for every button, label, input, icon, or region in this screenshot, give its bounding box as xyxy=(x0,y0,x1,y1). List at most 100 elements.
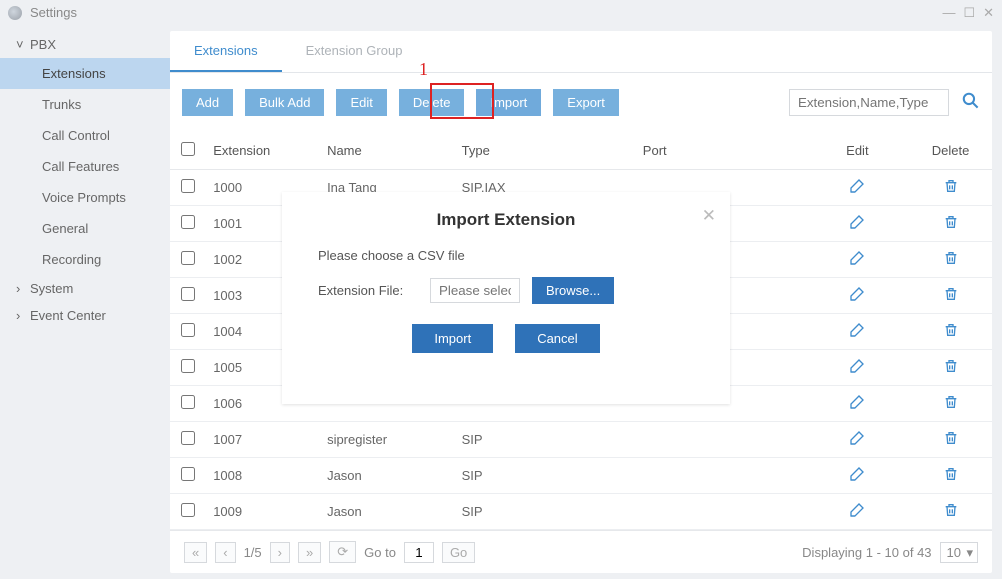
close-window-button[interactable]: ✕ xyxy=(983,5,994,21)
th-edit: Edit xyxy=(806,132,910,170)
window-title: Settings xyxy=(30,5,942,20)
cell-name: Jason xyxy=(319,494,454,530)
cell-type: SIP xyxy=(454,422,635,458)
cell-port xyxy=(635,458,806,494)
edit-icon[interactable] xyxy=(849,394,865,413)
select-all-checkbox[interactable] xyxy=(181,142,195,156)
edit-icon[interactable] xyxy=(849,358,865,377)
delete-icon[interactable] xyxy=(943,502,959,521)
row-checkbox[interactable] xyxy=(181,395,195,409)
page-size-select[interactable]: 10 ▾ xyxy=(940,542,978,563)
cell-name: sipregister xyxy=(319,422,454,458)
tabs: Extensions Extension Group xyxy=(170,31,992,73)
th-type: Type xyxy=(454,132,635,170)
delete-button[interactable]: Delete xyxy=(399,89,465,116)
import-button[interactable]: Import xyxy=(476,89,541,116)
file-path-input[interactable] xyxy=(430,278,520,303)
dialog-import-button[interactable]: Import xyxy=(412,324,493,353)
refresh-button[interactable]: ⟳ xyxy=(329,541,356,563)
goto-input[interactable] xyxy=(404,542,434,563)
row-checkbox[interactable] xyxy=(181,467,195,481)
edit-icon[interactable] xyxy=(849,430,865,449)
sidebar-item-trunks[interactable]: Trunks xyxy=(0,89,170,120)
table-row: 1008JasonSIP xyxy=(170,458,992,494)
sidebar-group-label: System xyxy=(30,281,73,296)
cell-type: SIP xyxy=(454,458,635,494)
row-checkbox[interactable] xyxy=(181,431,195,445)
search-icon[interactable] xyxy=(961,91,980,115)
row-checkbox[interactable] xyxy=(181,179,195,193)
sidebar-group-pbx[interactable]: ˅ PBX xyxy=(0,31,170,58)
edit-icon[interactable] xyxy=(849,466,865,485)
th-extension: Extension xyxy=(205,132,319,170)
delete-icon[interactable] xyxy=(943,394,959,413)
chevron-down-icon: ˅ xyxy=(16,37,30,52)
edit-icon[interactable] xyxy=(849,322,865,341)
sidebar-item-recording[interactable]: Recording xyxy=(0,244,170,275)
sidebar-item-extensions[interactable]: Extensions xyxy=(0,58,170,89)
sidebar-item-general[interactable]: General xyxy=(0,213,170,244)
close-icon[interactable]: ✕ xyxy=(702,206,716,226)
edit-icon[interactable] xyxy=(849,178,865,197)
delete-icon[interactable] xyxy=(943,430,959,449)
edit-icon[interactable] xyxy=(849,502,865,521)
delete-icon[interactable] xyxy=(943,178,959,197)
delete-icon[interactable] xyxy=(943,358,959,377)
delete-icon[interactable] xyxy=(943,250,959,269)
cell-type: SIP xyxy=(454,494,635,530)
edit-button[interactable]: Edit xyxy=(336,89,386,116)
chevron-right-icon: › xyxy=(16,308,30,323)
bulk-add-button[interactable]: Bulk Add xyxy=(245,89,324,116)
cell-extension: 1007 xyxy=(205,422,319,458)
chevron-right-icon: › xyxy=(16,281,30,296)
cell-name: Jason xyxy=(319,458,454,494)
edit-icon[interactable] xyxy=(849,214,865,233)
th-port: Port xyxy=(635,132,806,170)
maximize-button[interactable]: ☐ xyxy=(963,5,975,21)
delete-icon[interactable] xyxy=(943,322,959,341)
row-checkbox[interactable] xyxy=(181,215,195,229)
sidebar-item-voice-prompts[interactable]: Voice Prompts xyxy=(0,182,170,213)
sidebar-item-call-control[interactable]: Call Control xyxy=(0,120,170,151)
row-checkbox[interactable] xyxy=(181,287,195,301)
pager: « ‹ 1/5 › » ⟳ Go to Go Displaying 1 - 10… xyxy=(170,530,992,573)
browse-button[interactable]: Browse... xyxy=(532,277,614,304)
first-page-button[interactable]: « xyxy=(184,542,207,563)
dialog-instruction: Please choose a CSV file xyxy=(318,248,694,263)
sidebar-group-label: Event Center xyxy=(30,308,106,323)
sidebar: ˅ PBX Extensions Trunks Call Control Cal… xyxy=(0,25,170,579)
edit-icon[interactable] xyxy=(849,250,865,269)
tab-extensions[interactable]: Extensions xyxy=(170,31,282,72)
search-input[interactable] xyxy=(789,89,949,116)
table-row: 1009JasonSIP xyxy=(170,494,992,530)
row-checkbox[interactable] xyxy=(181,323,195,337)
import-extension-dialog: Import Extension ✕ Please choose a CSV f… xyxy=(282,192,730,404)
tab-extension-group[interactable]: Extension Group xyxy=(282,31,427,72)
add-button[interactable]: Add xyxy=(182,89,233,116)
display-range: Displaying 1 - 10 of 43 xyxy=(802,545,931,560)
last-page-button[interactable]: » xyxy=(298,542,321,563)
row-checkbox[interactable] xyxy=(181,503,195,517)
row-checkbox[interactable] xyxy=(181,251,195,265)
toolbar: Add Bulk Add Edit Delete Import Export 1 xyxy=(170,73,992,132)
delete-icon[interactable] xyxy=(943,214,959,233)
table-row: 1007sipregisterSIP xyxy=(170,422,992,458)
th-name: Name xyxy=(319,132,454,170)
prev-page-button[interactable]: ‹ xyxy=(215,542,235,563)
cell-extension: 1008 xyxy=(205,458,319,494)
next-page-button[interactable]: › xyxy=(270,542,290,563)
export-button[interactable]: Export xyxy=(553,89,619,116)
page-label: 1/5 xyxy=(244,545,262,560)
sidebar-group-system[interactable]: › System xyxy=(0,275,170,302)
delete-icon[interactable] xyxy=(943,286,959,305)
go-button[interactable]: Go xyxy=(442,542,475,563)
cell-port xyxy=(635,422,806,458)
row-checkbox[interactable] xyxy=(181,359,195,373)
delete-icon[interactable] xyxy=(943,466,959,485)
minimize-button[interactable]: — xyxy=(942,5,955,21)
sidebar-group-event-center[interactable]: › Event Center xyxy=(0,302,170,329)
cell-port xyxy=(635,494,806,530)
dialog-cancel-button[interactable]: Cancel xyxy=(515,324,599,353)
edit-icon[interactable] xyxy=(849,286,865,305)
sidebar-item-call-features[interactable]: Call Features xyxy=(0,151,170,182)
